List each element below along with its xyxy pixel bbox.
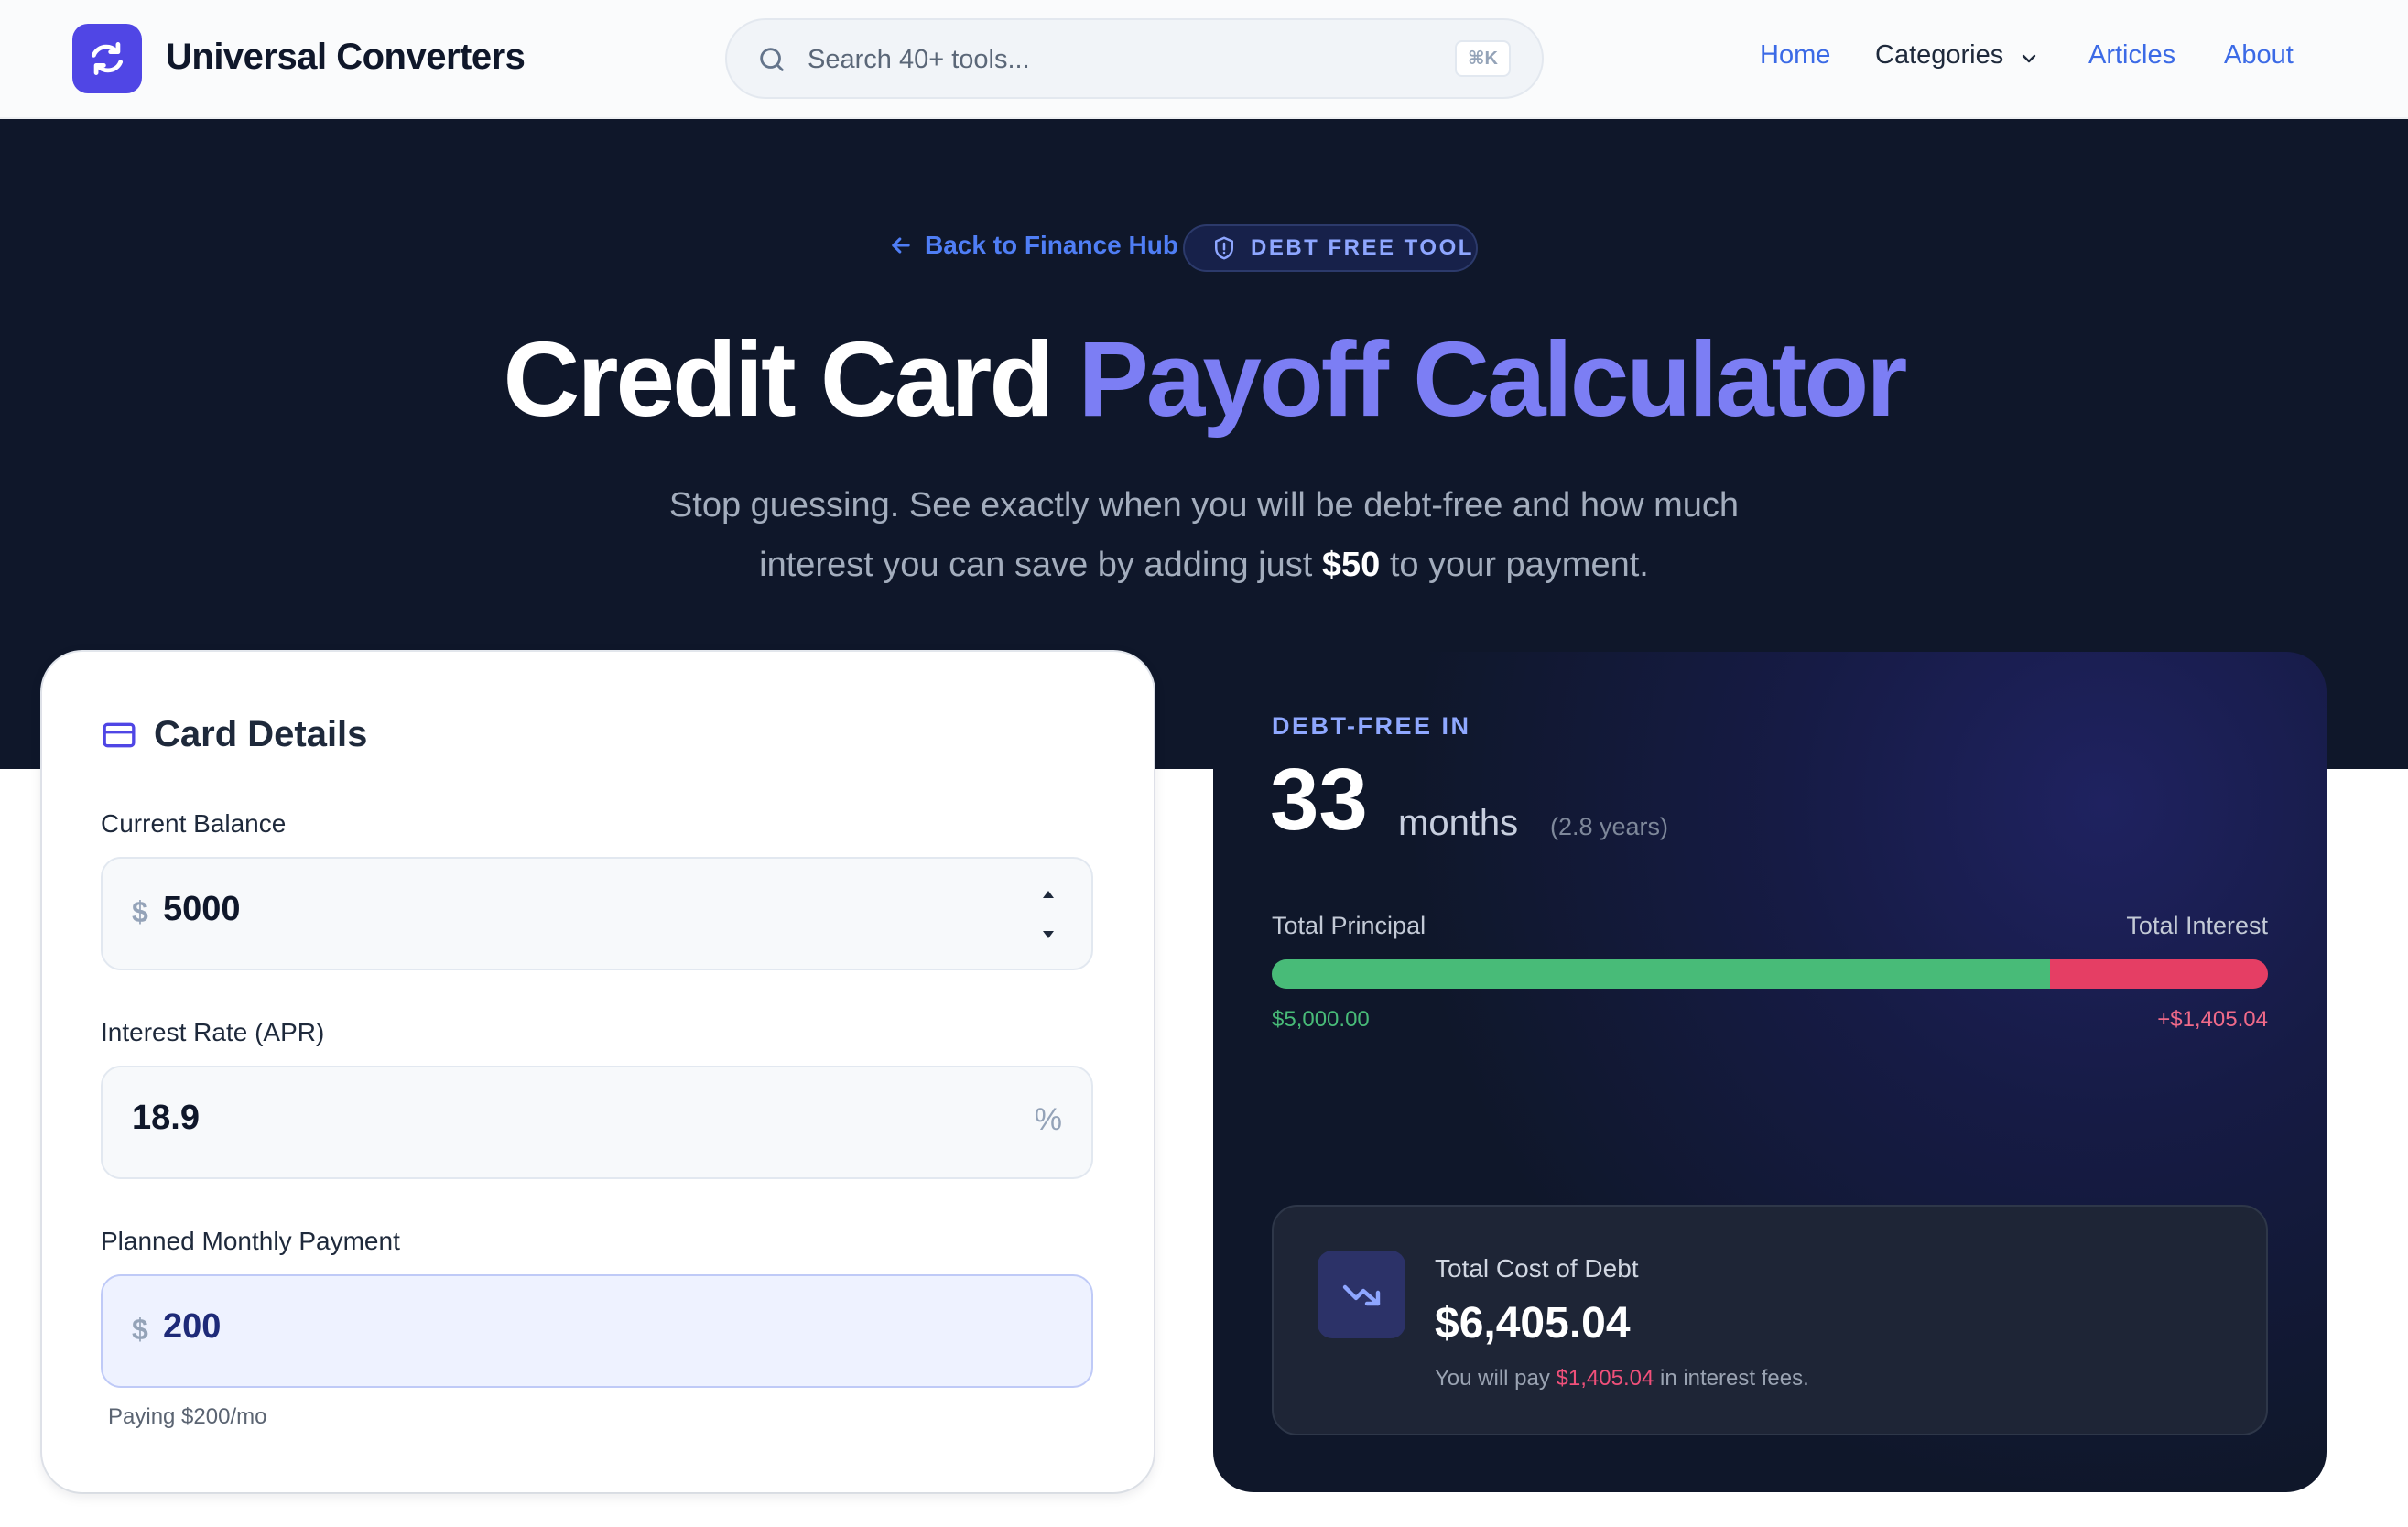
results-panel: DEBT-FREE IN 33 months (2.8 years) Total… bbox=[1213, 652, 2327, 1492]
page-subtitle: Stop guessing. See exactly when you will… bbox=[563, 476, 1845, 595]
trend-icon-tile bbox=[1318, 1251, 1405, 1338]
interest-segment bbox=[2049, 959, 2268, 989]
brand-name[interactable]: Universal Converters bbox=[166, 37, 526, 78]
principal-interest-bar bbox=[1272, 959, 2268, 989]
nav-about[interactable]: About bbox=[2224, 40, 2294, 70]
note-amount: $1,405.04 bbox=[1556, 1366, 1654, 1391]
tool-badge: DEBT FREE TOOL bbox=[1183, 224, 1478, 272]
payment-hint: Paying $200/mo bbox=[108, 1404, 267, 1429]
payment-value[interactable]: 200 bbox=[163, 1307, 221, 1347]
interest-value: +$1,405.04 bbox=[2157, 1007, 2268, 1032]
note-post: in interest fees. bbox=[1659, 1366, 1809, 1391]
balance-label: Current Balance bbox=[101, 809, 287, 838]
months-unit: months bbox=[1398, 803, 1519, 843]
debt-free-eyebrow: DEBT-FREE IN bbox=[1272, 712, 1471, 740]
logo[interactable] bbox=[72, 24, 142, 93]
principal-value: $5,000.00 bbox=[1272, 1007, 1370, 1032]
months-count: 33 bbox=[1270, 751, 1368, 849]
search-bar[interactable]: ⌘K bbox=[725, 18, 1544, 99]
top-navbar: Universal Converters ⌘K Home Categories … bbox=[0, 0, 2408, 119]
arrow-left-icon bbox=[892, 237, 910, 254]
search-icon bbox=[760, 48, 784, 71]
balance-value[interactable]: 5000 bbox=[163, 890, 241, 929]
stepper-up-icon[interactable] bbox=[1042, 890, 1055, 899]
title-plain: Credit Card bbox=[503, 319, 1055, 439]
total-cost-value: $6,405.04 bbox=[1435, 1299, 1631, 1348]
years-equivalent: (2.8 years) bbox=[1550, 813, 1669, 840]
nav-categories[interactable]: Categories bbox=[1875, 40, 2003, 70]
card-details-panel: Card Details Current Balance $ 5000 Inte… bbox=[42, 652, 1154, 1492]
rate-label: Interest Rate (APR) bbox=[101, 1018, 325, 1046]
subtitle-line2-post: to your payment. bbox=[1389, 546, 1649, 584]
back-to-finance-hub-link[interactable]: Back to Finance Hub bbox=[888, 231, 1178, 260]
note-pre: You will pay bbox=[1435, 1366, 1550, 1391]
rate-value[interactable]: 18.9 bbox=[132, 1099, 200, 1138]
balance-currency-prefix: $ bbox=[132, 895, 148, 928]
back-link-label: Back to Finance Hub bbox=[925, 231, 1178, 259]
rate-input[interactable]: 18.9 % bbox=[101, 1066, 1093, 1179]
payment-input[interactable]: $ 200 bbox=[101, 1274, 1093, 1388]
interest-label: Total Interest bbox=[2126, 912, 2268, 939]
subtitle-highlight: $50 bbox=[1321, 546, 1381, 584]
balance-input[interactable]: $ 5000 bbox=[101, 857, 1093, 970]
trending-down-icon bbox=[1342, 1284, 1381, 1306]
shortcut-hint: ⌘K bbox=[1455, 40, 1511, 77]
nav-home[interactable]: Home bbox=[1760, 40, 1830, 70]
nav-articles[interactable]: Articles bbox=[2088, 40, 2175, 70]
stepper-down-icon[interactable] bbox=[1042, 930, 1055, 939]
badge-label: DEBT FREE TOOL bbox=[1251, 235, 1474, 260]
interest-fee-note: You will pay $1,405.04 in interest fees. bbox=[1435, 1366, 1809, 1392]
title-accent: Payoff Calculator bbox=[1078, 319, 1907, 439]
subtitle-line1: Stop guessing. See exactly when you will… bbox=[668, 486, 1740, 525]
total-cost-box: Total Cost of Debt $6,405.04 You will pa… bbox=[1272, 1205, 2268, 1435]
shield-icon bbox=[1215, 236, 1233, 260]
total-cost-label: Total Cost of Debt bbox=[1435, 1254, 1639, 1283]
payment-label: Planned Monthly Payment bbox=[101, 1227, 400, 1255]
credit-card-icon bbox=[103, 722, 136, 747]
balance-stepper[interactable] bbox=[1035, 890, 1062, 939]
percent-suffix: % bbox=[1034, 1102, 1062, 1137]
swap-arrows-icon bbox=[91, 42, 124, 75]
subtitle-line2-pre: interest you can save by adding just bbox=[759, 546, 1313, 584]
card-details-heading: Card Details bbox=[101, 714, 367, 755]
principal-label: Total Principal bbox=[1272, 912, 1426, 939]
card-details-title: Card Details bbox=[154, 714, 368, 754]
search-input[interactable] bbox=[808, 35, 1430, 84]
payment-currency-prefix: $ bbox=[132, 1313, 148, 1346]
page-title: Credit Card Payoff Calculator bbox=[0, 322, 2408, 436]
principal-segment bbox=[1272, 959, 2050, 989]
chevron-down-icon[interactable] bbox=[2018, 48, 2040, 70]
